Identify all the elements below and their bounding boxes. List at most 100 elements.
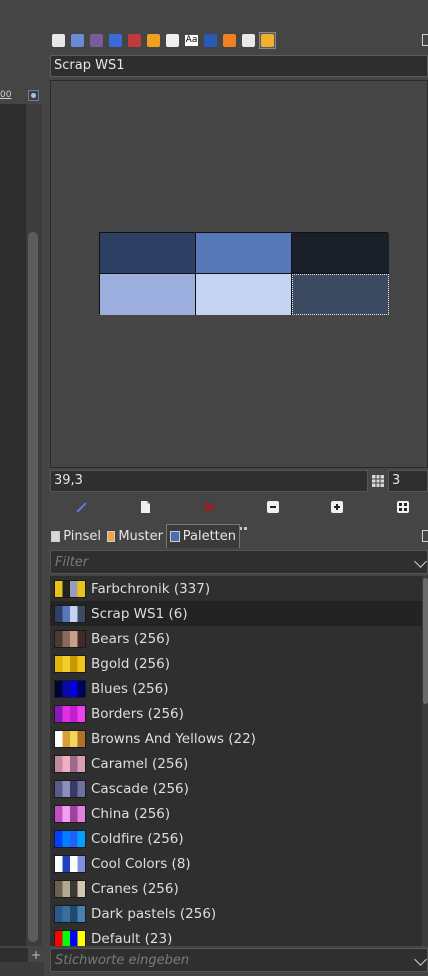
color-swatch[interactable] bbox=[196, 274, 292, 315]
palette-list-item[interactable]: Borders (256) bbox=[50, 701, 422, 726]
palette-thumbnail bbox=[54, 779, 86, 798]
palette-list-item[interactable]: Caramel (256) bbox=[50, 751, 422, 776]
palette-list[interactable]: Farbchronik (337) Scrap WS1 (6) Bears (256… bbox=[50, 576, 422, 946]
palette-name: China (256) bbox=[91, 805, 171, 822]
layers-tab[interactable] bbox=[50, 32, 67, 49]
palette-list-item[interactable]: Default (23) bbox=[50, 926, 422, 946]
status-strip bbox=[0, 962, 44, 976]
navigate-icon[interactable] bbox=[28, 90, 39, 101]
tab-label: Pinsel bbox=[63, 528, 101, 544]
lower-tab-menu-icon[interactable] bbox=[422, 530, 428, 542]
zoom-all-button[interactable] bbox=[391, 497, 415, 517]
palette-name: Cool Colors (8) bbox=[91, 855, 191, 872]
palette-list-item[interactable]: Scrap WS1 (6) bbox=[50, 601, 422, 626]
tag-entry-box bbox=[50, 948, 428, 972]
palette-list-item[interactable]: Coldfire (256) bbox=[50, 826, 422, 851]
tab-menu-icon[interactable] bbox=[422, 34, 428, 46]
brush-editor-icon bbox=[166, 34, 179, 47]
undo-history-tab[interactable] bbox=[145, 32, 162, 49]
tab-paletten[interactable]: Paletten bbox=[166, 524, 240, 548]
fonts-tab[interactable]: Aa bbox=[183, 32, 200, 49]
color-name-field[interactable]: 39,3 bbox=[50, 470, 368, 492]
color-swatch[interactable] bbox=[196, 233, 292, 274]
delete-color-button[interactable] bbox=[197, 497, 221, 517]
palette-list-item[interactable]: Farbchronik (337) bbox=[50, 576, 422, 601]
filter-dropdown-chevron-icon[interactable] bbox=[414, 555, 427, 568]
resource-tab-bar: Pinsel Muster Paletten bbox=[46, 524, 428, 548]
edit-color-button[interactable] bbox=[70, 497, 94, 517]
palette-list-item[interactable]: Cranes (256) bbox=[50, 876, 422, 901]
palette-thumbnail bbox=[54, 579, 86, 598]
palette-list-item[interactable]: Browns And Yellows (22) bbox=[50, 726, 422, 751]
palette-name: Scrap WS1 (6) bbox=[91, 605, 188, 622]
tag-input[interactable] bbox=[55, 951, 405, 969]
palette-name: Browns And Yellows (22) bbox=[91, 730, 256, 747]
color-swatch[interactable] bbox=[100, 233, 196, 274]
new-document-icon bbox=[141, 501, 150, 513]
palette-editor-tab[interactable] bbox=[259, 32, 276, 49]
paths-tab[interactable] bbox=[69, 32, 86, 49]
fg-bg-colors-tab[interactable] bbox=[107, 32, 124, 49]
pattern-tab-icon bbox=[107, 530, 116, 542]
color-swatch[interactable] bbox=[292, 233, 389, 274]
palette-thumbnail bbox=[54, 604, 86, 623]
ruler-label: 00 bbox=[0, 90, 12, 100]
palette-list-item[interactable]: Cascade (256) bbox=[50, 776, 422, 801]
palette-name: Cascade (256) bbox=[91, 780, 189, 797]
tag-dropdown-chevron-icon[interactable] bbox=[414, 953, 427, 966]
brush-editor-tab[interactable] bbox=[164, 32, 181, 49]
palette-list-item[interactable]: Blues (256) bbox=[50, 676, 422, 701]
filter-input[interactable] bbox=[55, 553, 405, 571]
tab-pinsel[interactable]: Pinsel bbox=[48, 524, 104, 548]
fonts-icon: Aa bbox=[184, 35, 199, 46]
palette-name: Bgold (256) bbox=[91, 655, 171, 672]
palette-list-item[interactable]: China (256) bbox=[50, 801, 422, 826]
paths-icon bbox=[71, 34, 84, 47]
palette-thumbnail bbox=[54, 829, 86, 848]
warning-tab[interactable] bbox=[221, 32, 238, 49]
delete-x-icon bbox=[204, 502, 214, 512]
palette-list-scroll-thumb[interactable] bbox=[423, 578, 428, 704]
palette-list-item[interactable]: Bgold (256) bbox=[50, 651, 422, 676]
tab-label: Paletten bbox=[182, 529, 236, 544]
zoom-out-icon bbox=[267, 501, 279, 513]
palette-thumbnail bbox=[54, 854, 86, 873]
zoom-out-button[interactable] bbox=[261, 497, 285, 517]
zoom-cross-icon[interactable]: + bbox=[30, 948, 42, 962]
palette-list-item[interactable]: Bears (256) bbox=[50, 626, 422, 651]
zoom-in-icon bbox=[331, 501, 343, 513]
palette-list-item[interactable]: Dark pastels (256) bbox=[50, 901, 422, 926]
pencil-icon bbox=[76, 502, 87, 513]
pattern-tab[interactable] bbox=[202, 32, 219, 49]
tab-muster[interactable]: Muster bbox=[104, 524, 166, 548]
palette-list-item[interactable]: Cool Colors (8) bbox=[50, 851, 422, 876]
columns-spinbox[interactable]: 3 bbox=[388, 470, 428, 492]
image-icon bbox=[242, 34, 255, 47]
zoom-all-icon bbox=[397, 501, 409, 513]
color-swatch[interactable] bbox=[100, 274, 196, 315]
channels-icon bbox=[90, 34, 103, 47]
colormap-tab[interactable] bbox=[126, 32, 143, 49]
palette-thumbnail bbox=[54, 704, 86, 723]
image-canvas-edge bbox=[0, 104, 27, 946]
palette-thumbnail bbox=[54, 729, 86, 748]
color-swatch[interactable] bbox=[292, 274, 389, 315]
palette-thumbnail bbox=[54, 679, 86, 698]
palette-name: Coldfire (256) bbox=[91, 830, 184, 847]
filter-box bbox=[50, 550, 428, 574]
brush-tab-icon bbox=[51, 530, 61, 542]
palette-thumbnail bbox=[54, 804, 86, 823]
palette-tab-icon bbox=[170, 531, 180, 542]
warning-icon bbox=[223, 34, 236, 47]
image-tab[interactable] bbox=[240, 32, 257, 49]
layers-icon bbox=[52, 34, 65, 47]
channels-tab[interactable] bbox=[88, 32, 105, 49]
palette-name: Cranes (256) bbox=[91, 880, 179, 897]
new-color-button[interactable] bbox=[133, 497, 157, 517]
palette-name: Farbchronik (337) bbox=[91, 580, 211, 597]
palette-editor-title: Scrap WS1 bbox=[54, 58, 125, 73]
horizontal-scrollbar[interactable] bbox=[0, 948, 28, 962]
zoom-in-button[interactable] bbox=[325, 497, 349, 517]
palette-swatch-grid[interactable] bbox=[99, 232, 389, 315]
scrollbar-thumb[interactable] bbox=[28, 232, 38, 942]
